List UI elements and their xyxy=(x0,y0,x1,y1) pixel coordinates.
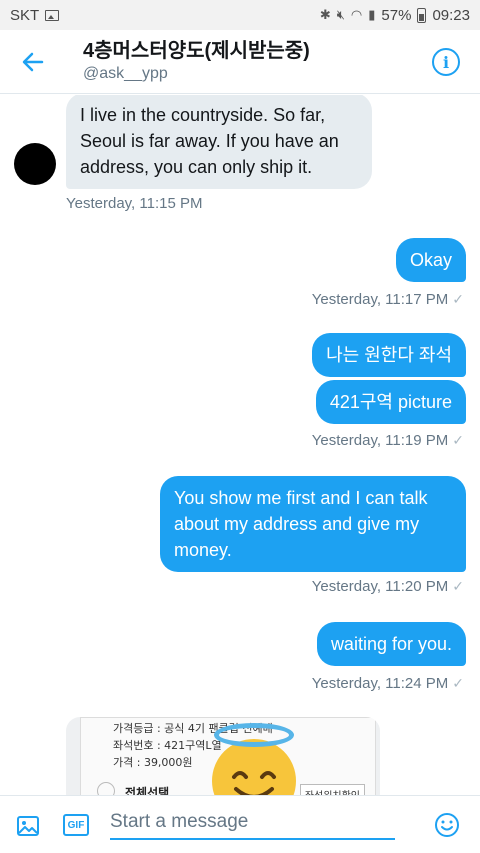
image-notification-icon xyxy=(45,9,60,21)
conversation-header: 4층머스터양도(제시받는중) @ask__ypp i xyxy=(0,30,480,94)
message-list[interactable]: I live in the countryside. So far, Seoul… xyxy=(0,95,480,795)
message-text: waiting for you. xyxy=(330,634,452,654)
message-input[interactable] xyxy=(110,806,395,840)
message-bubble-outgoing[interactable]: 421구역 picture xyxy=(315,380,466,424)
conversation-title: 4층머스터양도(제시받는중) xyxy=(83,40,310,62)
sent-check-icon: ✓ xyxy=(452,675,464,691)
back-arrow-icon xyxy=(22,52,44,72)
halo-icon xyxy=(214,723,294,747)
mute-icon: 🔇︎ xyxy=(336,7,345,22)
signal-icon: ▮ xyxy=(368,7,376,22)
message-text: Okay xyxy=(409,250,452,270)
wifi-icon: ◠ xyxy=(350,7,363,22)
message-text: 나는 원한다 좌석 xyxy=(326,345,452,365)
message-composer: GIF xyxy=(0,795,480,853)
message-timestamp: Yesterday, 11:19 PM ✓ xyxy=(311,432,464,449)
battery-icon xyxy=(417,7,427,23)
message-bubble-incoming[interactable]: I live in the countryside. So far, Seoul… xyxy=(66,95,372,189)
clock: 09:23 xyxy=(432,6,470,24)
image-icon[interactable] xyxy=(16,814,40,838)
message-bubble-outgoing[interactable]: Okay xyxy=(395,238,466,282)
back-button[interactable] xyxy=(18,47,48,77)
message-timestamp: Yesterday, 11:17 PM ✓ xyxy=(311,291,464,308)
battery-percent: 57% xyxy=(381,6,412,24)
message-bubble-outgoing[interactable]: You show me first and I can talk about m… xyxy=(160,476,466,572)
emoji-icon[interactable] xyxy=(434,812,460,838)
sent-check-icon: ✓ xyxy=(452,432,464,448)
message-text: I live in the countryside. So far, Seoul… xyxy=(80,105,339,177)
sent-check-icon: ✓ xyxy=(452,291,464,307)
info-button[interactable]: i xyxy=(432,48,460,76)
halo-smile-emoji-icon xyxy=(212,739,296,795)
message-bubble-outgoing[interactable]: 나는 원한다 좌석 xyxy=(312,333,466,377)
select-all-label: 전체선택 xyxy=(125,786,170,795)
avatar[interactable] xyxy=(14,143,56,185)
bluetooth-icon: ✱ xyxy=(319,7,331,22)
message-bubble-outgoing[interactable]: waiting for you. xyxy=(316,622,466,666)
gif-button[interactable]: GIF xyxy=(63,814,89,836)
message-timestamp: Yesterday, 11:20 PM ✓ xyxy=(311,578,464,595)
message-timestamp: Yesterday, 11:15 PM xyxy=(66,195,203,212)
message-text: 421구역 picture xyxy=(329,392,452,412)
conversation-handle: @ask__ypp xyxy=(83,65,168,82)
info-icon: i xyxy=(442,52,450,72)
image-attachment[interactable]: 가격등급 : 공식 4기 팬클럽 선예매 좌석번호 : 421구역L열 가격 :… xyxy=(66,717,380,795)
ticket-seat: 좌석번호 : 421구역L열 xyxy=(113,739,222,752)
select-circle-icon xyxy=(97,782,115,795)
gif-icon: GIF xyxy=(67,819,85,831)
message-timestamp: Yesterday, 11:24 PM ✓ xyxy=(311,675,464,692)
sent-check-icon: ✓ xyxy=(452,578,464,594)
ticket-price: 가격 : 39,000원 xyxy=(113,756,193,769)
status-bar: SKT ✱ 🔇︎ ◠ ▮ 57% 09:23 xyxy=(0,0,480,30)
seat-location-button: 좌석위치확인 xyxy=(299,784,365,795)
carrier-label: SKT xyxy=(10,6,40,24)
message-text: You show me first and I can talk about m… xyxy=(174,488,428,560)
